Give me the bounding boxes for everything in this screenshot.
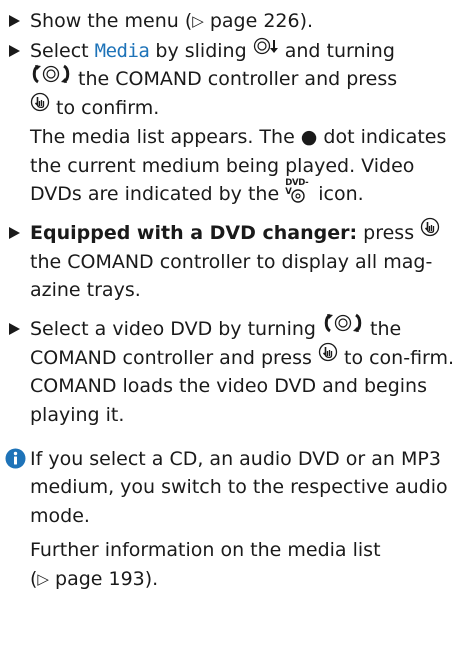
press-controller-icon [318, 342, 338, 371]
step-select-video-dvd: Select a video DVD by turning the COMAND… [5, 313, 456, 430]
dvd-video-icon: DVD-V [285, 178, 312, 203]
step-2-result-end: icon. [312, 183, 364, 206]
step-triangle-icon [9, 44, 20, 57]
step-1-page-ref: page 226). [203, 10, 314, 32]
step-3-condition: Equipped with a DVD changer: [30, 221, 358, 244]
step-2-text-a: Select [30, 39, 95, 62]
step-2-result: The media list appears. The ● dot indica… [30, 125, 447, 206]
page-ref-arrow-icon: ▷ [37, 569, 49, 588]
info-icon [5, 448, 26, 469]
step-triangle-icon [9, 226, 20, 239]
press-controller-icon [420, 217, 440, 246]
step-show-menu: Show the menu (▷ page 226). [5, 7, 456, 37]
info-note-page-ref: page 193). [48, 567, 159, 590]
step-3-text-a: press [357, 221, 421, 244]
press-controller-icon [30, 92, 50, 121]
step-2-text-b: by sliding [149, 39, 253, 62]
step-4-text-a: Select a video DVD by turning [30, 317, 323, 340]
manual-page: Show the menu (▷ page 226). Select Media… [0, 0, 462, 656]
step-triangle-icon [9, 322, 20, 335]
step-3-text-b: the COMAND controller to display all mag… [30, 250, 433, 302]
step-triangle-icon [9, 15, 20, 27]
step-4-text-c: to con-firm. [337, 346, 455, 369]
step-2-text-e: to confirm. [50, 97, 160, 120]
turn-controller-icon [322, 313, 364, 342]
step-4-result: COMAND loads the video DVD and begins pl… [30, 375, 427, 426]
info-note: If you select a CD, an audio DVD or an M… [5, 445, 456, 595]
slide-down-controller-icon [253, 35, 279, 64]
media-menu-item: Media [94, 39, 150, 62]
page-ref-arrow-icon: ▷ [192, 12, 204, 30]
info-note-text: Further information on the media list [30, 539, 381, 562]
info-note-paragraph-1: If you select a CD, an audio DVD or an M… [30, 447, 448, 527]
step-select-media: Select Media by sliding and turning the … [5, 37, 456, 209]
step-dvd-changer: Equipped with a DVD changer: press the C… [5, 217, 456, 305]
step-2-text-d: the COMAND controller and press [72, 68, 398, 91]
step-1-text: Show the menu ( [30, 10, 193, 32]
turn-controller-icon [30, 64, 72, 93]
info-note-paragraph-2: Further information on the media list (▷ … [30, 539, 381, 590]
step-2-text-c: and turning [278, 39, 395, 62]
